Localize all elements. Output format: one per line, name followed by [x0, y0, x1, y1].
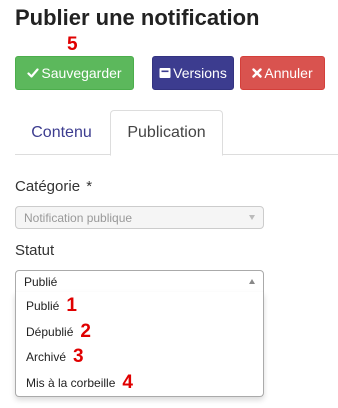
- versions-button[interactable]: Versions: [152, 56, 234, 90]
- required-marker: *: [86, 178, 93, 195]
- option-label: Dépublié: [26, 325, 74, 339]
- tab-contenu[interactable]: Contenu: [15, 110, 108, 155]
- versions-button-label: Versions: [173, 65, 227, 81]
- versions-icon: [159, 67, 171, 79]
- status-option-archive[interactable]: Archivé 3: [26, 347, 84, 367]
- annotation-marker-4: 4: [122, 372, 133, 393]
- category-label: Catégorie *: [15, 178, 92, 195]
- category-select-value: Notification publique: [24, 210, 133, 225]
- annotation-marker-1: 1: [66, 295, 77, 316]
- option-label: Mis à la corbeille: [26, 376, 116, 390]
- cancel-button-label: Annuler: [264, 65, 313, 81]
- save-button-label: Sauvegarder: [41, 65, 122, 81]
- times-icon: [252, 68, 263, 78]
- chevron-down-icon: [249, 215, 255, 220]
- category-select: Notification publique: [15, 206, 264, 229]
- status-option-depublie[interactable]: Dépublié 2: [26, 322, 91, 342]
- status-select[interactable]: Publié: [15, 270, 264, 293]
- cancel-button[interactable]: Annuler: [240, 56, 325, 90]
- option-label: Publié: [26, 299, 60, 313]
- annotation-marker-5: 5: [67, 34, 78, 55]
- category-label-text: Catégorie: [15, 178, 81, 195]
- status-label: Statut: [15, 242, 55, 259]
- chevron-up-icon: [249, 279, 255, 284]
- page-title: Publier une notification: [15, 5, 260, 30]
- annotation-marker-3: 3: [73, 346, 84, 367]
- save-button[interactable]: Sauvegarder: [15, 56, 134, 90]
- status-dropdown: Publié 1 Dépublié 2 Archivé 3 Mis à la c…: [15, 292, 264, 397]
- option-label: Archivé: [26, 350, 67, 364]
- tab-bar: Contenu Publication: [15, 110, 338, 156]
- status-option-publie[interactable]: Publié 1: [26, 296, 77, 316]
- status-select-value: Publié: [24, 274, 58, 289]
- status-option-corbeille[interactable]: Mis à la corbeille 4: [26, 373, 133, 393]
- annotation-marker-2: 2: [80, 321, 91, 342]
- check-icon: [27, 67, 40, 79]
- tab-publication[interactable]: Publication: [110, 110, 223, 156]
